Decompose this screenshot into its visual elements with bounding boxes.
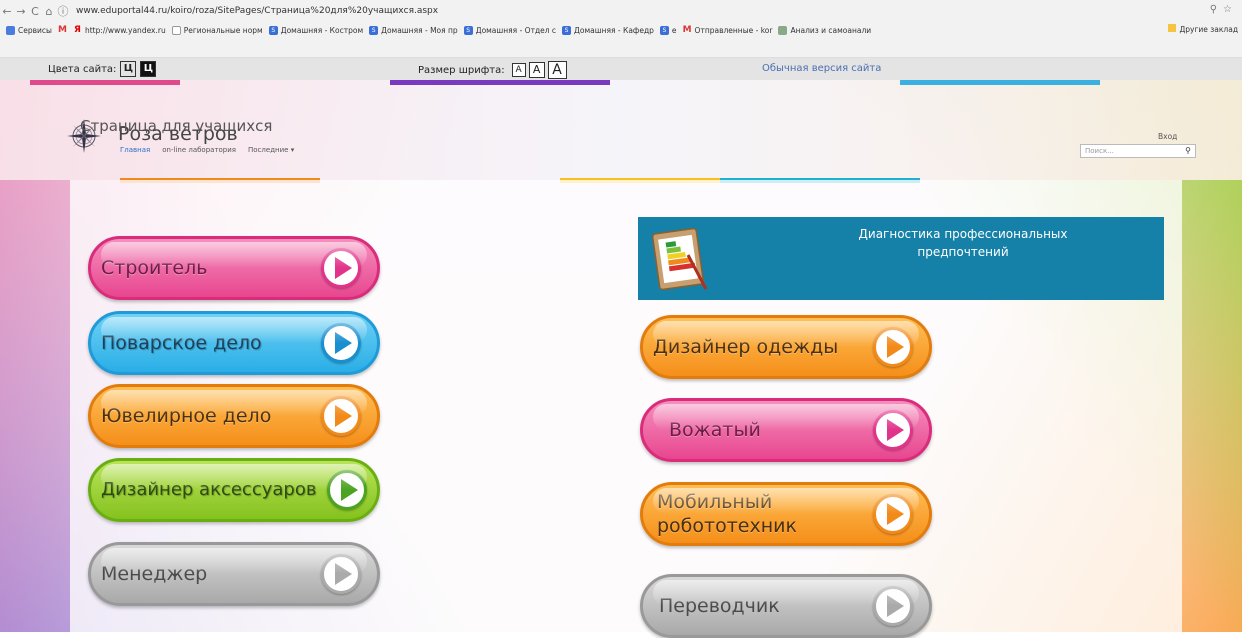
sharepoint-icon: S <box>463 25 473 35</box>
button-gloss <box>101 464 367 490</box>
gmail-icon: M <box>57 24 67 35</box>
bookmark-e[interactable]: Sе <box>659 25 677 35</box>
button-gloss <box>101 390 367 416</box>
bookmark-kostroma[interactable]: S Домашняя - Костром <box>268 25 363 35</box>
gmail-icon: M <box>682 24 692 35</box>
font-small-button[interactable]: A <box>511 63 526 77</box>
accessibility-bar: Цвета сайта: Ц Ц Размер шрифта: A A A Об… <box>0 58 1242 80</box>
bookmark-my[interactable]: S Домашняя - Моя пр <box>369 25 458 35</box>
light-theme-button[interactable]: Ц <box>120 61 137 77</box>
decor-stripe <box>30 80 180 85</box>
cooking-button[interactable]: Поварское дело <box>88 311 380 375</box>
robotics-button[interactable]: Мобильный робототехник <box>640 482 932 546</box>
diagnostics-text: Диагностика профессиональных предпочтени… <box>858 227 1068 259</box>
search-input[interactable]: Поиск... ⚲ <box>1080 144 1196 158</box>
button-gloss <box>101 317 367 343</box>
counselor-button[interactable]: Вожатый <box>640 398 932 462</box>
zoom-icon[interactable]: ⚲ <box>1210 4 1217 15</box>
font-large-button[interactable]: A <box>547 61 567 79</box>
button-gloss <box>653 488 919 514</box>
nav-online-lab[interactable]: on-line лаборатория <box>162 146 236 154</box>
normal-version-link[interactable]: Обычная версия сайта <box>762 63 881 74</box>
bookmark-apps[interactable]: Сервисы <box>6 25 52 35</box>
font-medium-button[interactable]: A <box>528 62 545 78</box>
page-title: Страница для учащихся <box>80 117 273 135</box>
sharepoint-icon: S <box>659 25 669 35</box>
caret-down-icon: ▾ <box>290 146 295 154</box>
folder-icon <box>1168 24 1177 32</box>
bookmark-analysis[interactable]: Анализ и самоанали <box>778 25 871 35</box>
clothing-designer-button[interactable]: Дизайнер одежды <box>640 315 932 379</box>
sharepoint-icon: S <box>268 25 278 35</box>
doc-icon <box>171 25 181 35</box>
yandex-icon: Я <box>73 24 81 35</box>
button-gloss <box>101 242 367 268</box>
diagnostics-banner[interactable]: Диагностика профессиональных предпочтени… <box>638 217 1164 300</box>
other-bookmarks[interactable]: Другие заклад <box>1168 24 1238 34</box>
decor-stripe <box>390 80 610 85</box>
colors-label: Цвета сайта: <box>48 63 117 75</box>
browser-chrome: ← → C ⌂ ⓘ www.eduportal44.ru/koiro/roza/… <box>0 0 1242 58</box>
button-gloss <box>653 321 919 347</box>
star-icon[interactable]: ☆ <box>1223 4 1232 15</box>
bookmark-gmail[interactable]: M <box>57 24 67 35</box>
forward-icon[interactable]: → <box>14 5 28 18</box>
bookmark-dept[interactable]: S Домашняя - Отдел с <box>463 25 556 35</box>
jewelry-button[interactable]: Ювелирное дело <box>88 384 380 448</box>
decor-stripe <box>900 80 1100 85</box>
site-colors: Цвета сайта: Ц Ц <box>48 61 157 77</box>
button-gloss <box>653 404 919 430</box>
translator-button[interactable]: Переводчик <box>640 574 932 638</box>
bookmarks-bar: Сервисы M Яhttp://www.yandex.ru Регионал… <box>0 22 1242 38</box>
url-text[interactable]: www.eduportal44.ru/koiro/roza/SitePages/… <box>76 6 438 16</box>
bookmark-regional[interactable]: Региональные норм <box>171 25 263 35</box>
button-gloss <box>653 580 919 606</box>
font-size-label: Размер шрифта: <box>418 64 505 76</box>
manager-button[interactable]: Менеджер <box>88 542 380 606</box>
back-icon[interactable]: ← <box>0 5 14 18</box>
font-size-controls: Размер шрифта: A A A <box>418 61 567 79</box>
nav-home[interactable]: Главная <box>120 146 150 154</box>
bookmark-yandex[interactable]: Яhttp://www.yandex.ru <box>73 24 166 35</box>
site-navigation: Главная on-line лаборатория Последние ▾ <box>120 146 294 154</box>
sharepoint-icon: S <box>369 25 379 35</box>
address-bar: ← → C ⌂ ⓘ www.eduportal44.ru/koiro/roza/… <box>0 0 1242 22</box>
bookmark-sent[interactable]: M Отправленные - kor <box>682 24 773 35</box>
dark-theme-button[interactable]: Ц <box>140 61 157 77</box>
search-icon[interactable]: ⚲ <box>1185 145 1191 157</box>
home-icon[interactable]: ⌂ <box>42 5 56 18</box>
apps-icon <box>6 25 15 35</box>
bookmark-chair[interactable]: S Домашняя - Кафедр <box>562 25 654 35</box>
info-icon[interactable]: ⓘ <box>56 3 70 19</box>
folder-icon <box>778 25 788 35</box>
builder-button[interactable]: Строитель <box>88 236 380 300</box>
button-gloss <box>101 548 367 574</box>
nav-recent[interactable]: Последние ▾ <box>248 146 294 154</box>
login-link[interactable]: Вход <box>1158 132 1177 141</box>
sharepoint-icon: S <box>562 25 572 35</box>
clipboard-chart-icon <box>651 227 708 291</box>
reload-icon[interactable]: C <box>28 5 42 18</box>
accessory-designer-button[interactable]: Дизайнер аксессуаров <box>88 458 380 522</box>
